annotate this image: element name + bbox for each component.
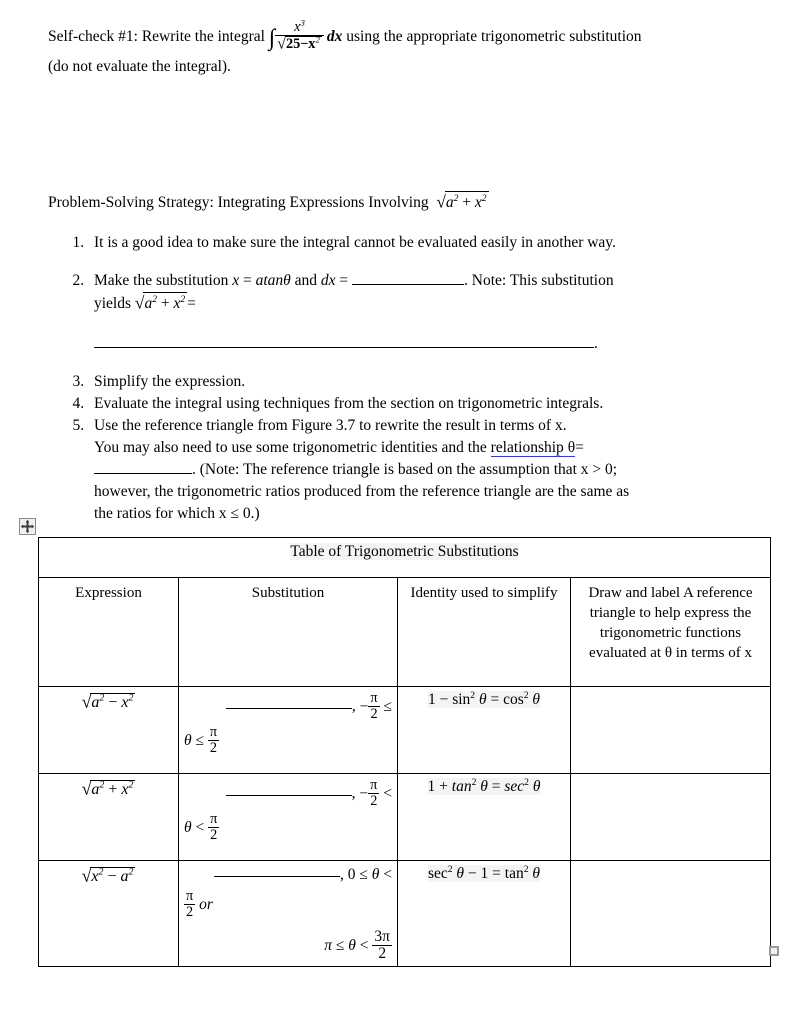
column-header-identity: Identity used to simplify <box>397 577 571 687</box>
cell-draw-row-3[interactable] <box>569 860 772 967</box>
step-2-radical: √a2 + x2 <box>135 292 188 313</box>
step-1-text: It is a good idea to make sure the integ… <box>94 234 616 251</box>
column-header-substitution: Substitution <box>178 577 398 687</box>
cell-expression-row-1: √a2 − x2 <box>38 686 179 774</box>
integrand-numerator: x3 <box>294 17 305 35</box>
table-row: √a2 − x2 , − π 2 ≤ θ ≤ π2 1 − sin2 θ = cos… <box>38 686 772 774</box>
strategy-step-1: It is a good idea to make sure the integ… <box>88 232 794 254</box>
step-2-pre: Make the substitution <box>94 272 229 289</box>
step-2-long-blank[interactable] <box>94 347 594 348</box>
step-2-answer-blank[interactable] <box>352 284 465 285</box>
table-row: √x2 − a2 , 0 ≤ θ < π2 or π ≤ θ < 3π 2 sec… <box>38 860 772 967</box>
column-header-draw: Draw and label A reference triangle to h… <box>569 577 772 687</box>
column-header-expression: Expression <box>38 577 179 687</box>
substitution-line-1-row-1: , − π 2 ≤ <box>184 691 392 721</box>
denominator-sqrt: √25−x2 <box>277 33 322 53</box>
substitution-blank-row-1[interactable] <box>225 707 352 709</box>
strategy-heading-expression: √a2 + x2 <box>432 191 489 212</box>
step-2-mid: and <box>294 272 318 289</box>
step-2-equals-1: = <box>242 272 252 289</box>
self-check-line2: (do not evaluate the integral). <box>48 57 231 75</box>
substitution-line-2-row-2: θ < π2 <box>184 811 220 843</box>
table-resize-handle-icon[interactable] <box>769 946 779 956</box>
step-5-line5: the ratios for which x ≤ 0.) <box>94 505 260 522</box>
cell-identity-row-1: 1 − sin2 θ = cos2 θ <box>397 686 571 774</box>
table-row: √a2 + x2 , − π 2 < θ < π2 1 + tan2 θ = sec… <box>38 773 772 861</box>
strategy-step-5: Use the reference triangle from Figure 3… <box>88 415 794 525</box>
self-check-text-post: using the appropriate trigonometric subs… <box>346 28 642 45</box>
strategy-heading-text: Problem-Solving Strategy: Integrating Ex… <box>48 194 429 211</box>
substitution-line-2-row-3: π2 or <box>184 888 213 920</box>
cell-substitution-row-2: , − π 2 < θ < π2 <box>178 773 398 861</box>
cell-substitution-row-3: , 0 ≤ θ < π2 or π ≤ θ < 3π 2 <box>178 860 398 967</box>
cell-expression-row-3: √x2 − a2 <box>38 860 179 967</box>
strategy-step-2: Make the substitution x = atanθ and dx =… <box>88 270 794 355</box>
step-2-var-dx: dx <box>320 272 336 289</box>
cell-substitution-row-1: , − π 2 ≤ θ ≤ π2 <box>178 686 398 774</box>
step-5-answer-blank[interactable] <box>94 473 192 474</box>
substitution-line-2-row-1: θ ≤ π2 <box>184 724 220 756</box>
substitution-line-3-row-3: π ≤ θ < 3π 2 <box>324 928 392 962</box>
step-5-equals: = <box>575 439 584 456</box>
trig-substitutions-table: Table of Trigonometric Substitutions Exp… <box>37 537 772 967</box>
integrand-fraction: x3 √25−x2 <box>275 17 324 53</box>
self-check-paragraph: Self-check #1: Rewrite the integral ∫ x3 √… <box>48 18 748 80</box>
step-2-post: . Note: This substitution <box>464 272 614 289</box>
step-3-text: Simplify the expression. <box>94 373 246 390</box>
table-title-row: Table of Trigonometric Substitutions <box>37 537 772 578</box>
step-5-line4: however, the trigonometric ratios produc… <box>94 483 630 500</box>
step-2-line2-pre: yields <box>94 295 132 312</box>
substitution-blank-row-3[interactable] <box>213 876 340 877</box>
step-5-line1: Use the reference triangle from Figure 3… <box>94 417 567 434</box>
substitution-blank-row-2[interactable] <box>225 794 352 796</box>
step-2-line2-post: = <box>187 295 196 312</box>
substitution-line-1-row-3: , 0 ≤ θ < <box>184 865 392 885</box>
step-5-line3-post: . (Note: The reference triangle is based… <box>192 461 618 478</box>
self-check-label: Self-check #1: <box>48 28 138 45</box>
step-2-substitution: atanθ <box>255 272 291 289</box>
strategy-step-3: Simplify the expression. <box>88 371 794 393</box>
cell-identity-row-2: 1 + tan2 θ = sec2 θ <box>397 773 571 861</box>
cell-expression-row-2: √a2 + x2 <box>38 773 179 861</box>
step-5-line2-pre: You may also need to use some trigonomet… <box>94 439 487 456</box>
step-2-equals-2: = <box>339 272 349 289</box>
step-5-relationship-link[interactable]: relationship θ <box>490 439 576 457</box>
step-2-var-x: x <box>232 272 240 289</box>
strategy-heading: Problem-Solving Strategy: Integrating Ex… <box>48 191 758 214</box>
substitution-line-1-row-2: , − π 2 < <box>184 778 392 808</box>
cell-draw-row-1[interactable] <box>569 686 772 774</box>
self-check-integral: ∫ x3 √25−x2 dx <box>269 18 346 52</box>
step-4-text: Evaluate the integral using techniques f… <box>94 395 604 412</box>
strategy-step-4: Evaluate the integral using techniques f… <box>88 393 794 415</box>
cell-draw-row-2[interactable] <box>569 773 772 861</box>
cell-identity-row-3: sec2 θ − 1 = tan2 θ <box>397 860 571 967</box>
table-title-cell: Table of Trigonometric Substitutions <box>37 537 772 578</box>
strategy-steps-list: It is a good idea to make sure the integ… <box>48 232 794 525</box>
self-check-text-pre: Rewrite the integral <box>141 28 265 45</box>
table-move-handle-icon[interactable] <box>19 518 36 535</box>
integrand-denominator: √25−x2 <box>275 33 324 53</box>
differential-dx: dx <box>326 28 343 45</box>
table-title: Table of Trigonometric Substitutions <box>290 543 519 560</box>
table-header-row: Expression Substitution Identity used to… <box>38 577 772 687</box>
step-2-trailing-period: . <box>594 335 598 352</box>
